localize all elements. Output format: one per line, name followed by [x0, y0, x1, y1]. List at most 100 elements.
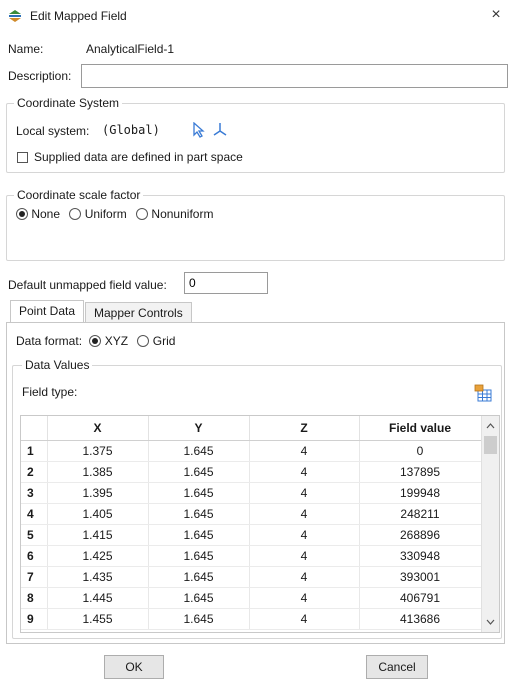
radio-none[interactable]	[16, 208, 28, 220]
scroll-thumb[interactable]	[484, 436, 497, 454]
table-cell[interactable]: 4	[249, 482, 360, 504]
radio-xyz[interactable]	[89, 335, 102, 347]
table-cell[interactable]: 4	[249, 461, 360, 483]
column-header-z[interactable]: Z	[249, 416, 360, 441]
title-bar: Edit Mapped Field ×	[0, 0, 508, 32]
table-cell[interactable]: 1.645	[148, 587, 250, 609]
table-cell[interactable]: 4	[249, 587, 360, 609]
table-cell[interactable]: 4	[249, 524, 360, 546]
default-value-input[interactable]	[184, 272, 268, 294]
table-row[interactable]: 4 1.405 1.645 4 248211	[21, 503, 482, 525]
ok-button[interactable]: OK	[104, 655, 164, 679]
table-cell[interactable]: 248211	[359, 503, 482, 525]
row-number: 2	[21, 461, 48, 483]
table-cell[interactable]: 4	[249, 608, 360, 630]
table-cell[interactable]: 1.645	[148, 566, 250, 588]
coordinate-system-title: Coordinate System	[14, 96, 123, 110]
table-cell[interactable]: 1.405	[47, 503, 149, 525]
default-value-label: Default unmapped field value:	[8, 278, 167, 292]
name-label: Name:	[8, 42, 44, 56]
table-cell[interactable]: 1.415	[47, 524, 149, 546]
table-cell[interactable]: 330948	[359, 545, 482, 567]
table-cell[interactable]: 406791	[359, 587, 482, 609]
table-cell[interactable]: 1.645	[148, 440, 250, 462]
scale-factor-title: Coordinate scale factor	[14, 188, 144, 202]
row-number: 6	[21, 545, 48, 567]
table-cell[interactable]: 1.645	[148, 545, 250, 567]
supplied-data-checkbox[interactable]	[17, 152, 28, 163]
table-row[interactable]: 5 1.415 1.645 4 268896	[21, 524, 482, 546]
table-cell[interactable]: 1.395	[47, 482, 149, 504]
table-header-row: X Y Z Field value	[21, 416, 482, 441]
field-type-label: Field type:	[22, 385, 78, 399]
table-cell[interactable]: 393001	[359, 566, 482, 588]
window-title: Edit Mapped Field	[30, 9, 127, 23]
table-row[interactable]: 1 1.375 1.645 4 0	[21, 440, 482, 462]
table-cell[interactable]: 1.425	[47, 545, 149, 567]
description-label: Description:	[8, 69, 72, 83]
radio-none-label: None	[31, 207, 61, 221]
table-cell[interactable]: 4	[249, 440, 360, 462]
data-values-title: Data Values	[22, 358, 93, 372]
row-number: 5	[21, 524, 48, 546]
row-number: 1	[21, 440, 48, 462]
column-header-y[interactable]: Y	[148, 416, 250, 441]
row-number: 4	[21, 503, 48, 525]
tab-mapper-controls[interactable]: Mapper Controls	[85, 302, 192, 322]
table-cell[interactable]: 1.645	[148, 461, 250, 483]
radio-nonuniform-label: Nonuniform	[151, 207, 214, 221]
table-cell[interactable]: 0	[359, 440, 482, 462]
table-row[interactable]: 9 1.455 1.645 4 413686	[21, 608, 482, 630]
data-format-label: Data format:	[16, 334, 83, 348]
table-cell[interactable]: 1.645	[148, 503, 250, 525]
cancel-button[interactable]: Cancel	[366, 655, 428, 679]
close-button[interactable]: ×	[488, 6, 504, 24]
table-row[interactable]: 3 1.395 1.645 4 199948	[21, 482, 482, 504]
table-cell[interactable]: 4	[249, 545, 360, 567]
table-row[interactable]: 6 1.425 1.645 4 330948	[21, 545, 482, 567]
column-header-x[interactable]: X	[47, 416, 149, 441]
table-cell[interactable]: 4	[249, 503, 360, 525]
table-cell[interactable]: 4	[249, 566, 360, 588]
radio-grid[interactable]	[137, 335, 150, 347]
mapped-field-icon	[9, 10, 21, 22]
radio-uniform-label: Uniform	[84, 207, 127, 221]
radio-uniform[interactable]	[69, 208, 82, 220]
column-header-field-value[interactable]: Field value	[359, 416, 482, 441]
table-scrollbar[interactable]	[481, 416, 499, 632]
radio-xyz-label: XYZ	[104, 334, 129, 348]
supplied-data-label: Supplied data are defined in part space	[34, 150, 243, 164]
tab-point-data[interactable]: Point Data	[10, 300, 85, 322]
table-import-icon[interactable]	[473, 383, 493, 403]
csys-axes-icon[interactable]	[212, 121, 228, 137]
table-row[interactable]: 7 1.435 1.645 4 393001	[21, 566, 482, 588]
table-cell[interactable]: 1.435	[47, 566, 149, 588]
name-value: AnalyticalField-1	[86, 42, 175, 56]
table-cell[interactable]: 1.645	[148, 482, 250, 504]
scroll-down-icon[interactable]	[486, 619, 495, 625]
table-cell[interactable]: 413686	[359, 608, 482, 630]
table-row[interactable]: 8 1.445 1.645 4 406791	[21, 587, 482, 609]
data-table: X Y Z Field value 1 1.375 1.645 4 0 2 1.385 1.6…	[21, 416, 482, 630]
row-number: 9	[21, 608, 48, 630]
table-cell[interactable]: 1.445	[47, 587, 149, 609]
table-cell[interactable]: 199948	[359, 482, 482, 504]
row-number: 8	[21, 587, 48, 609]
table-cell[interactable]: 268896	[359, 524, 482, 546]
table-cell[interactable]: 1.385	[47, 461, 149, 483]
table-cell[interactable]: 1.645	[148, 608, 250, 630]
table-cell[interactable]: 137895	[359, 461, 482, 483]
table-cell[interactable]: 1.455	[47, 608, 149, 630]
table-row[interactable]: 2 1.385 1.645 4 137895	[21, 461, 482, 483]
table-cell[interactable]: 1.375	[47, 440, 149, 462]
local-system-value: (Global)	[102, 123, 160, 137]
local-system-label: Local system:	[16, 124, 90, 138]
radio-grid-label: Grid	[152, 334, 176, 348]
description-input[interactable]	[81, 64, 508, 88]
radio-nonuniform[interactable]	[136, 208, 149, 220]
table-cell[interactable]: 1.645	[148, 524, 250, 546]
select-arrow-icon[interactable]	[192, 122, 206, 138]
row-header-corner	[21, 416, 48, 441]
scale-factor-options: None Uniform Nonuniform	[16, 207, 219, 221]
scroll-up-icon[interactable]	[486, 423, 495, 429]
